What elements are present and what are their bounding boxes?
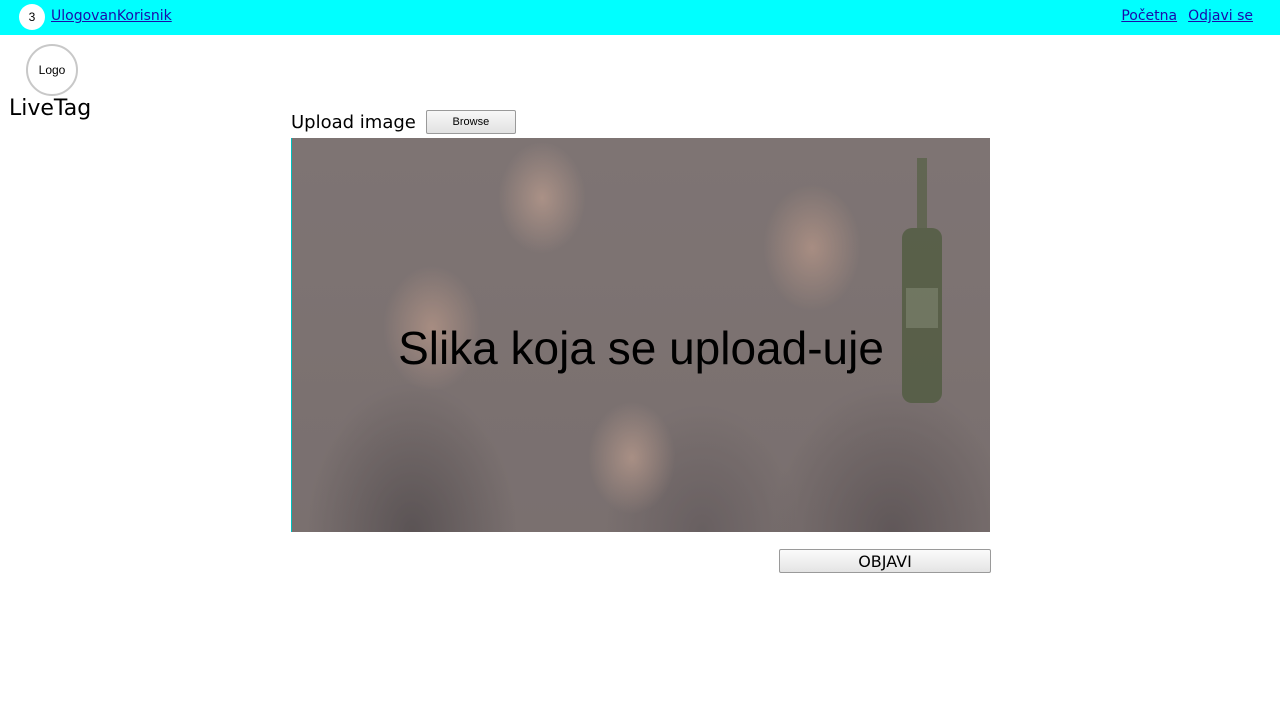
upload-row: Upload image Browse [291,110,516,134]
brand-name: LiveTag [9,96,92,121]
username-link[interactable]: UlogovanKorisnik [51,8,172,24]
home-link[interactable]: Početna [1121,8,1177,24]
logout-link[interactable]: Odjavi se [1188,8,1253,24]
browse-button[interactable]: Browse [425,110,516,134]
top-bar: 3 UlogovanKorisnik Početna Odjavi se [0,0,1280,35]
preview-caption: Slika koja se upload-uje [398,322,884,374]
publish-button[interactable]: OBJAVI [779,549,991,573]
top-nav: Početna Odjavi se [1121,8,1253,24]
logo[interactable]: Logo [26,44,78,96]
upload-label: Upload image [291,111,416,133]
notification-badge[interactable]: 3 [19,4,45,30]
image-preview: Slika koja se upload-uje [291,138,990,532]
